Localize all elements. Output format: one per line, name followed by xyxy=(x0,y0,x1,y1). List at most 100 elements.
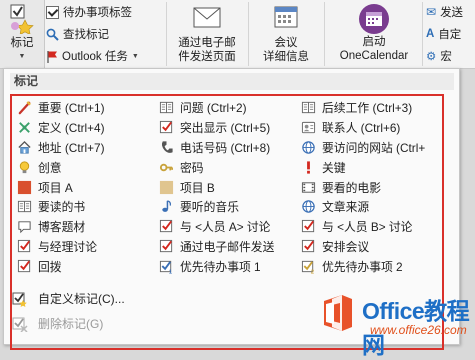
tag-menu-item-label: 安排会议 xyxy=(322,239,370,254)
phone-icon xyxy=(158,139,174,155)
meeting-details-label-line2: 详细信息 xyxy=(263,51,309,63)
tag-menu-item-label: 与 <人员 B> 讨论 xyxy=(322,220,413,235)
onecalendar-icon xyxy=(359,4,389,34)
custom-tags-menu-item[interactable]: 自定义标记(C)... xyxy=(12,290,125,307)
tag-menu-item-label: 博客题材 xyxy=(38,220,86,235)
tag-menu-item-label: 优先待办事项 2 xyxy=(322,259,403,274)
text-a-icon: A xyxy=(426,28,435,40)
tag-menu-item-label: 重要 (Ctrl+1) xyxy=(38,101,105,116)
auto-label: 自定 xyxy=(438,29,462,41)
tag-menu-item[interactable]: 要访问的网站 (Ctrl+ xyxy=(298,138,440,158)
todo-tag-button[interactable]: 待办事项标签 xyxy=(46,4,132,20)
tag-menu-item[interactable]: 项目 B xyxy=(156,177,298,197)
book-icon xyxy=(300,100,316,116)
ribbon-divider xyxy=(324,2,325,66)
tag-menu-item[interactable]: 要看的电影 xyxy=(298,177,440,197)
tag-menu-item-label: 要听的音乐 xyxy=(180,200,239,215)
tag-menu-item[interactable]: 要读的书 xyxy=(14,197,156,217)
tags-grid: 重要 (Ctrl+1) 问题 (Ctrl+2) 后续工作 (Ctrl+3) 定义 (C… xyxy=(14,98,440,276)
ribbon-divider xyxy=(248,2,249,66)
book-icon xyxy=(158,100,174,116)
onecalendar-label-line2: OneCalendar xyxy=(339,50,409,62)
tag-menu-item[interactable]: 与 <人员 A> 讨论 xyxy=(156,217,298,237)
tag-menu-item[interactable]: 文章来源 xyxy=(298,197,440,217)
email-page-button[interactable]: 通过电子邮 件发送页面 xyxy=(170,4,244,64)
music-note-icon xyxy=(158,199,174,215)
key-icon xyxy=(158,159,174,175)
tag-menu-item-label: 通过电子邮件发送 xyxy=(180,239,275,254)
tags-menu-header: 标记 xyxy=(10,73,454,90)
find-tags-label: 查找标记 xyxy=(63,29,109,41)
tag-menu-item[interactable]: 与 <人员 B> 讨论 xyxy=(298,217,440,237)
tag-menu-item[interactable]: 密码 xyxy=(156,157,298,177)
outlook-tasks-button[interactable]: Outlook 任务 ▼ xyxy=(46,48,139,64)
tag-menu-item-label: 与经理讨论 xyxy=(38,239,97,254)
contact-icon xyxy=(300,120,316,136)
tag-menu-item-label: 电话号码 (Ctrl+8) xyxy=(180,140,271,155)
tag-menu-item-label: 联系人 (Ctrl+6) xyxy=(322,121,401,136)
meeting-details-button[interactable]: 会议 详细信息 xyxy=(252,4,320,64)
tag-menu-item[interactable]: 通过电子邮件发送 xyxy=(156,237,298,257)
email-envelope-icon xyxy=(193,7,221,28)
tag-menu-item-label: 与 <人员 A> 讨论 xyxy=(180,220,271,235)
tag-menu-item[interactable]: 突出显示 (Ctrl+5) xyxy=(156,118,298,138)
checkbox-icon xyxy=(46,5,59,19)
tag-menu-item[interactable]: 2 优先待办事项 2 xyxy=(298,256,440,276)
chevron-down-icon: ▼ xyxy=(18,53,26,60)
office-logo-icon xyxy=(324,295,352,331)
checkbox-icon xyxy=(158,219,174,235)
tag-menu-item[interactable]: 电话号码 (Ctrl+8) xyxy=(156,138,298,158)
macro-button[interactable]: ⚙ 宏 xyxy=(426,48,452,64)
priority-2-icon: 2 xyxy=(300,258,316,274)
tag-menu-item[interactable]: 项目 A xyxy=(14,177,156,197)
checkbox-icon xyxy=(300,219,316,235)
watermark: Office教程网 www.office26.com xyxy=(314,290,475,358)
tag-menu-item[interactable]: 1 优先待办事项 1 xyxy=(156,256,298,276)
tag-menu-item[interactable]: 关键 xyxy=(298,157,440,177)
macro-icon: ⚙ xyxy=(426,51,437,63)
tag-menu-item-label: 关键 xyxy=(322,160,346,175)
svg-text:2: 2 xyxy=(310,269,313,273)
tag-menu-item[interactable]: 创意 xyxy=(14,157,156,177)
tag-menu-item[interactable]: 回拨 xyxy=(14,256,156,276)
tag-menu-item-label: 后续工作 (Ctrl+3) xyxy=(322,101,413,116)
tag-menu-item[interactable]: 重要 (Ctrl+1) xyxy=(14,98,156,118)
email-page-label-line2: 件发送页面 xyxy=(178,51,236,63)
speech-bubble-icon xyxy=(16,219,32,235)
checkbox-icon xyxy=(158,120,174,136)
tag-menu-item[interactable]: 要听的音乐 xyxy=(156,197,298,217)
find-tags-button[interactable]: 查找标记 xyxy=(46,26,109,42)
tag-menu-item[interactable]: 博客题材 xyxy=(14,217,156,237)
star-icon xyxy=(16,100,32,116)
red-flag-icon xyxy=(47,50,57,63)
remove-tag-menu-item[interactable]: 删除标记(G) xyxy=(12,315,103,332)
email-page-label-line1: 通过电子邮 xyxy=(178,37,236,49)
lightbulb-icon xyxy=(16,159,32,175)
tag-menu-item[interactable]: 地址 (Ctrl+7) xyxy=(14,138,156,158)
todo-tag-label: 待办事项标签 xyxy=(63,7,132,19)
macro-label: 宏 xyxy=(440,51,452,63)
meeting-details-label-line1: 会议 xyxy=(274,37,298,49)
tag-menu-item-label: 地址 (Ctrl+7) xyxy=(38,140,105,155)
tag-menu-item[interactable]: 与经理讨论 xyxy=(14,237,156,257)
ribbon: 标记 ▼ 待办事项标签 查找标记 Outlook 任务 ▼ 通过电子邮 件发送页… xyxy=(0,0,475,69)
tag-menu-item[interactable]: 安排会议 xyxy=(298,237,440,257)
tag-menu-item[interactable]: 定义 (Ctrl+4) xyxy=(14,118,156,138)
tag-gallery-button[interactable]: 标记 ▼ xyxy=(2,2,42,64)
auto-button[interactable]: A 自定 xyxy=(426,26,461,42)
ribbon-divider xyxy=(422,2,423,66)
tag-menu-item-label: 优先待办事项 1 xyxy=(180,259,261,274)
tag-menu-item[interactable]: 联系人 (Ctrl+6) xyxy=(298,118,440,138)
tag-gallery-icon xyxy=(10,4,34,34)
tag-menu-item-label: 定义 (Ctrl+4) xyxy=(38,121,105,136)
tag-menu-item-label: 项目 A xyxy=(38,180,73,195)
book-icon xyxy=(16,199,32,215)
red-square-icon xyxy=(16,179,32,195)
send-button[interactable]: ✉ 发送 xyxy=(426,4,463,20)
house-icon xyxy=(16,139,32,155)
tag-menu-item[interactable]: 问题 (Ctrl+2) xyxy=(156,98,298,118)
onecalendar-button[interactable]: 启动 OneCalendar xyxy=(328,3,420,63)
tag-menu-item-label: 要看的电影 xyxy=(322,180,381,195)
checkbox-icon xyxy=(300,238,316,254)
tag-menu-item[interactable]: 后续工作 (Ctrl+3) xyxy=(298,98,440,118)
